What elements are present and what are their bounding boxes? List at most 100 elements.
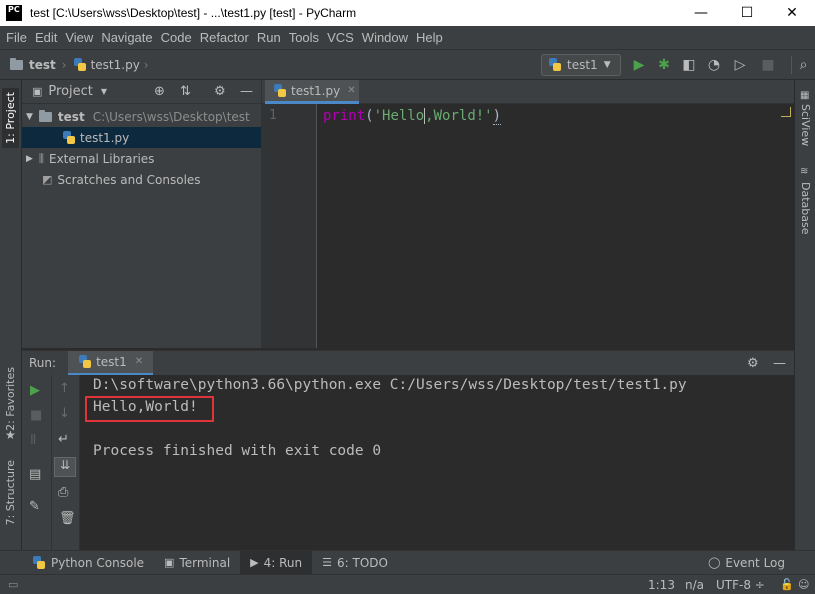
root-path: C:\Users\wss\Desktop\test — [92, 109, 250, 124]
layout-icon[interactable]: ▤ — [29, 467, 41, 482]
run-icon[interactable]: ▶ — [630, 56, 648, 74]
tree-item-scratches[interactable]: ◩ Scratches and Consoles — [22, 169, 261, 190]
expand-closed-icon[interactable]: ▶ — [26, 154, 33, 164]
window-title: test [C:\Users\wss\Desktop\test] - ...\t… — [30, 6, 357, 20]
tab-database[interactable]: Database — [799, 182, 812, 235]
print-icon[interactable]: ⎙ — [58, 485, 68, 500]
menu-bar: File Edit View Navigate Code Refactor Ru… — [0, 26, 815, 50]
menu-edit[interactable]: Edit — [31, 30, 61, 45]
line-separator[interactable]: n/a — [685, 578, 704, 592]
close-tab-icon[interactable]: ✕ — [135, 356, 143, 367]
code-editor[interactable]: print('Hello,World!') — [318, 104, 794, 348]
run-panel-label: Run: — [29, 356, 57, 370]
soft-wrap-icon[interactable]: ↵ — [58, 432, 69, 447]
tab-todo[interactable]: ☰ 6: TODO — [312, 551, 398, 575]
profile-icon[interactable]: ◔ — [705, 56, 723, 74]
tab-structure-label: 7: Structure — [4, 460, 17, 526]
arrow-down-icon[interactable]: ↓ — [59, 406, 70, 421]
tab-terminal-label: Terminal — [179, 555, 231, 570]
status-bar: ▭ 1:13 n/a UTF-8 ÷ 🔓 ☺ — [0, 574, 815, 594]
menu-help[interactable]: Help — [412, 30, 447, 45]
stop-icon[interactable]: ■ — [759, 56, 777, 74]
menu-refactor[interactable]: Refactor — [196, 30, 253, 45]
chevron-down-icon: ▼ — [603, 60, 611, 70]
breadcrumb-file[interactable]: test1.py — [91, 58, 140, 72]
tool-windows-icon[interactable]: ▭ — [8, 578, 18, 591]
database-icon: ≋ — [800, 166, 809, 177]
gear-icon[interactable]: ⚙ — [747, 356, 759, 371]
bottom-tool-bar: Python Console ▣ Terminal ▶ 4: Run ☰ 6: … — [0, 550, 815, 575]
lock-icon[interactable]: 🔓 — [780, 578, 794, 591]
menu-run[interactable]: Run — [253, 30, 285, 45]
menu-file[interactable]: File — [2, 30, 31, 45]
tab-event-log-label: Event Log — [725, 555, 785, 570]
editor-gutter: 1 — [261, 104, 317, 348]
code-paren-open: ( — [365, 108, 374, 124]
tree-item-file[interactable]: test1.py — [22, 127, 261, 148]
locate-icon[interactable]: ⊕ — [154, 84, 165, 99]
menu-code[interactable]: Code — [157, 30, 196, 45]
tab-terminal[interactable]: ▣ Terminal — [154, 551, 240, 575]
coverage-icon[interactable]: ◧ — [680, 56, 698, 74]
tree-item-root[interactable]: ▼ test C:\Users\wss\Desktop\test — [22, 106, 261, 127]
menu-window[interactable]: Window — [358, 30, 412, 45]
project-panel-header: ▣ Project ▼ ⊕ ⇅ ⚙ — — [22, 80, 261, 104]
gear-icon[interactable]: ⚙ — [214, 84, 226, 99]
tab-sciview[interactable]: SciView — [799, 104, 812, 146]
file-encoding[interactable]: UTF-8 ÷ — [716, 578, 765, 592]
search-icon[interactable]: ⌕ — [791, 56, 815, 74]
debug-icon[interactable]: ✱ — [655, 56, 673, 74]
tab-project[interactable]: 1: Project — [2, 88, 19, 148]
event-log-icon: ◯ — [708, 556, 721, 569]
hide-icon[interactable]: — — [240, 84, 253, 99]
code-line[interactable]: print('Hello,World!') — [323, 108, 502, 125]
menu-vcs[interactable]: VCS — [323, 30, 358, 45]
code-paren-close: ) — [492, 108, 502, 125]
tree-item-external-libraries[interactable]: ▶ ⫼ External Libraries — [22, 148, 261, 169]
editor-tab-test1[interactable]: test1.py ✕ — [265, 80, 359, 104]
arrow-up-icon[interactable]: ↑ — [59, 381, 70, 396]
tab-database-label: Database — [799, 182, 812, 235]
scroll-to-end-icon[interactable]: ⇊ — [54, 457, 76, 477]
collapse-all-icon[interactable]: ⇅ — [180, 84, 191, 99]
caret-position[interactable]: 1:13 — [648, 578, 675, 592]
maximize-button[interactable]: ☐ — [724, 0, 770, 26]
scratches-label: Scratches and Consoles — [57, 172, 201, 187]
pause-icon[interactable]: Ⅱ — [30, 433, 36, 448]
expand-open-icon[interactable]: ▼ — [26, 112, 33, 122]
left-tool-stripe: 1: Project 2: Favorites ★ 7: Structure — [0, 80, 22, 550]
run-tab-test1[interactable]: test1 ✕ — [68, 350, 154, 376]
project-view-select[interactable]: Project — [48, 84, 92, 99]
run-configuration-select[interactable]: test1 ▼ — [541, 54, 621, 76]
minimize-button[interactable]: — — [678, 0, 724, 26]
hide-icon[interactable]: — — [773, 356, 786, 371]
tab-event-log[interactable]: ◯ Event Log — [698, 551, 795, 575]
breadcrumb-project[interactable]: test — [29, 58, 56, 72]
menu-tools[interactable]: Tools — [285, 30, 323, 45]
tree-file-label: test1.py — [80, 130, 130, 145]
pin-icon[interactable]: ✎ — [29, 499, 40, 514]
tab-structure[interactable]: 7: Structure — [2, 458, 19, 527]
title-bar: PC test [C:\Users\wss\Desktop\test] - ..… — [0, 0, 815, 26]
code-func: print — [323, 108, 366, 124]
tab-python-console[interactable]: Python Console — [22, 551, 154, 575]
inspection-status-icon[interactable] — [781, 107, 791, 117]
folder-icon — [10, 57, 23, 70]
concurrency-icon[interactable]: ▷ — [731, 56, 749, 74]
tab-run[interactable]: ▶ 4: Run — [240, 550, 313, 575]
chevron-down-icon[interactable]: ▼ — [101, 87, 107, 96]
breadcrumb-separator-icon: › — [143, 57, 149, 72]
close-button[interactable]: ✕ — [769, 0, 815, 26]
run-console[interactable]: D:\software\python3.66\python.exe C:/Use… — [80, 375, 794, 550]
stop-icon[interactable]: ■ — [30, 408, 42, 423]
menu-view[interactable]: View — [61, 30, 97, 45]
rerun-icon[interactable]: ▶ — [30, 383, 40, 398]
line-number: 1 — [269, 108, 277, 123]
close-tab-icon[interactable]: ✕ — [347, 85, 355, 96]
trash-icon[interactable]: 🗑 — [59, 511, 76, 526]
tab-run-label: 4: Run — [263, 555, 303, 570]
menu-navigate[interactable]: Navigate — [97, 30, 156, 45]
tab-favorites[interactable]: 2: Favorites — [2, 365, 19, 433]
breadcrumb-separator-icon: › — [61, 57, 67, 72]
inspector-icon[interactable]: ☺ — [798, 578, 809, 591]
